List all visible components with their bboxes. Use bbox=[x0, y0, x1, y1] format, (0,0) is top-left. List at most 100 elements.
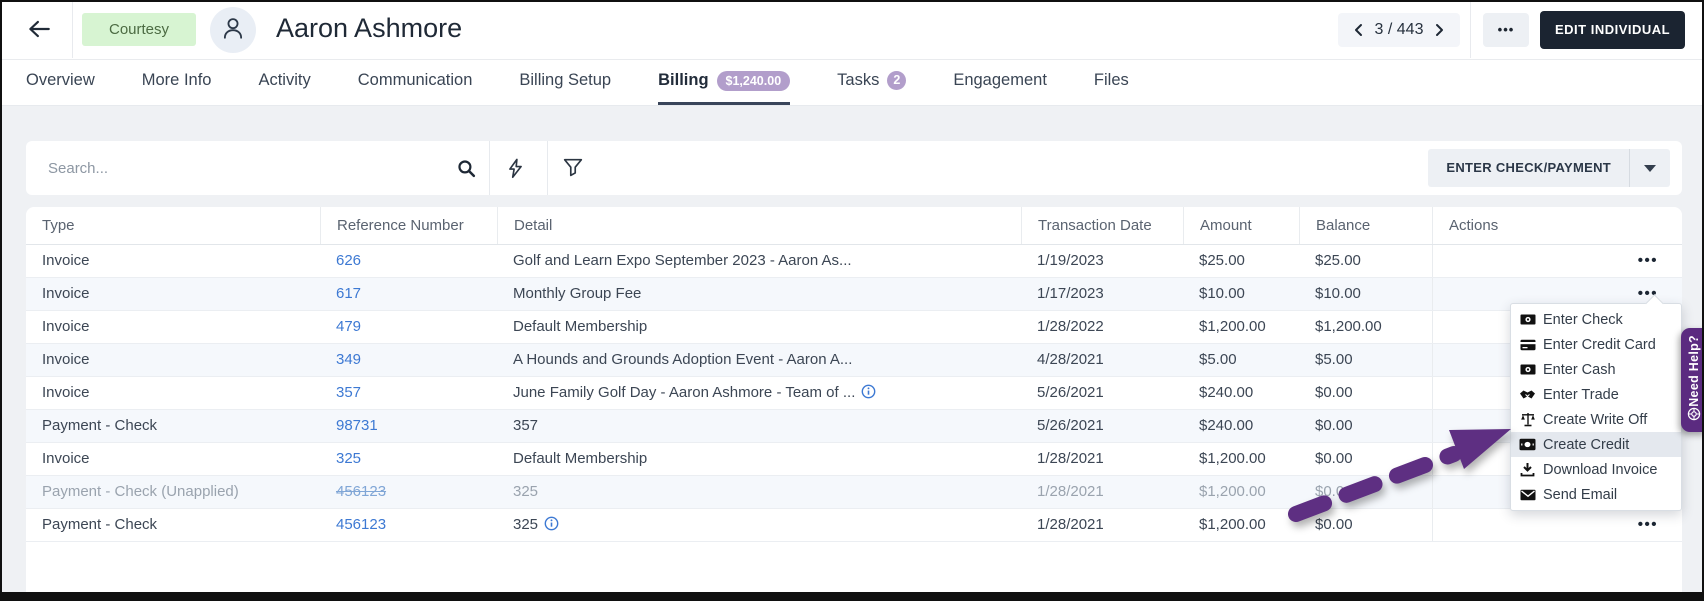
cell-reference-number: 626 bbox=[320, 245, 497, 277]
menu-item-label: Enter Check bbox=[1543, 311, 1623, 328]
search-icon[interactable] bbox=[456, 158, 477, 184]
cell-detail: Golf and Learn Expo September 2023 - Aar… bbox=[497, 245, 1021, 277]
tab-activity[interactable]: Activity bbox=[258, 59, 310, 105]
tab-more-info[interactable]: More Info bbox=[142, 59, 212, 105]
menu-item-enter-trade[interactable]: Enter Trade bbox=[1511, 382, 1681, 407]
table-header-row: Type Reference Number Detail Transaction Da… bbox=[26, 207, 1682, 245]
cell-actions: ••• bbox=[1432, 509, 1682, 541]
detail-text: A Hounds and Grounds Adoption Event - Aa… bbox=[513, 351, 853, 368]
table-row: Invoice 617 Monthly Group Fee 1/17/2023 $10.… bbox=[26, 278, 1682, 311]
cell-transaction-date: 1/17/2023 bbox=[1037, 285, 1104, 302]
tab-badge: 2 bbox=[887, 71, 907, 90]
tab-overview[interactable]: Overview bbox=[26, 59, 95, 105]
cell-detail: A Hounds and Grounds Adoption Event - Aa… bbox=[497, 344, 1021, 376]
filter-funnel-icon[interactable] bbox=[563, 158, 583, 182]
reference-link[interactable]: 456123 bbox=[336, 483, 386, 500]
menu-item-create-credit[interactable]: Create Credit bbox=[1511, 432, 1681, 457]
lightning-bolt-icon[interactable] bbox=[506, 158, 525, 184]
need-help-tab[interactable]: Need Help? bbox=[1681, 328, 1702, 432]
menu-item-enter-credit-card[interactable]: Enter Credit Card bbox=[1511, 332, 1681, 357]
column-header-actions: Actions bbox=[1432, 207, 1682, 244]
need-help-label: Need Help? bbox=[1687, 335, 1701, 407]
cell-type: Payment - Check (Unapplied) bbox=[42, 483, 239, 500]
transactions-table: Type Reference Number Detail Transaction Da… bbox=[26, 207, 1682, 592]
cell-balance: $0.00 bbox=[1315, 384, 1353, 401]
handshake-icon bbox=[1519, 388, 1536, 401]
avatar bbox=[210, 7, 256, 53]
cell-type: Invoice bbox=[42, 318, 90, 335]
cell-reference-number: 349 bbox=[320, 344, 497, 376]
back-arrow-icon[interactable] bbox=[26, 18, 56, 44]
detail-text: 325 bbox=[513, 483, 539, 500]
reference-link[interactable]: 617 bbox=[336, 285, 361, 302]
table-row: Invoice 325 Default Membership 1/28/2021 $1,… bbox=[26, 443, 1682, 476]
row-actions-button[interactable]: ••• bbox=[1638, 252, 1658, 269]
cell-type: Invoice bbox=[42, 450, 90, 467]
cell-detail: Monthly Group Fee bbox=[497, 278, 1021, 310]
search-input[interactable] bbox=[26, 141, 456, 195]
billing-toolbar: ENTER CHECK/PAYMENT bbox=[26, 141, 1682, 195]
cell-amount: $1,200.00 bbox=[1199, 483, 1266, 500]
cell-detail: Default Membership bbox=[497, 311, 1021, 343]
info-icon[interactable] bbox=[544, 511, 559, 541]
toolbar-divider bbox=[547, 141, 548, 195]
cell-type: Invoice bbox=[42, 252, 90, 269]
menu-item-label: Create Credit bbox=[1543, 436, 1630, 453]
menu-item-label: Create Write Off bbox=[1543, 411, 1648, 428]
chevron-right-icon[interactable] bbox=[1432, 23, 1446, 37]
tab-billing[interactable]: Billing $1,240.00 bbox=[658, 59, 791, 105]
reference-link[interactable]: 456123 bbox=[336, 516, 386, 533]
banknote-icon bbox=[1519, 313, 1536, 326]
detail-text: Monthly Group Fee bbox=[513, 285, 642, 302]
cell-transaction-date: 1/28/2021 bbox=[1037, 483, 1104, 500]
menu-item-download-invoice[interactable]: Download Invoice bbox=[1511, 457, 1681, 482]
cell-reference-number: 479 bbox=[320, 311, 497, 343]
more-options-button[interactable]: ••• bbox=[1483, 13, 1529, 47]
app-window: Courtesy Aaron Ashmore 3 / 443 ••• EDIT … bbox=[0, 0, 1704, 601]
enter-check-payment-button[interactable]: ENTER CHECK/PAYMENT bbox=[1428, 149, 1670, 187]
cash-icon bbox=[1519, 363, 1536, 376]
cell-amount: $1,200.00 bbox=[1199, 450, 1266, 467]
lifebuoy-icon bbox=[1687, 407, 1701, 426]
row-actions-button[interactable]: ••• bbox=[1638, 516, 1658, 533]
tab-engagement[interactable]: Engagement bbox=[953, 59, 1047, 105]
edit-individual-button[interactable]: EDIT INDIVIDUAL bbox=[1540, 11, 1686, 49]
tab-label: More Info bbox=[141, 71, 212, 89]
dropdown-arrow[interactable] bbox=[1630, 149, 1670, 187]
credit-card-icon bbox=[1519, 339, 1536, 351]
tab-billing-setup[interactable]: Billing Setup bbox=[519, 59, 611, 105]
tab-label: Overview bbox=[26, 71, 95, 89]
cell-type: Invoice bbox=[42, 351, 90, 368]
info-icon[interactable] bbox=[861, 379, 876, 409]
cell-transaction-date: 5/26/2021 bbox=[1037, 384, 1104, 401]
tab-label: Engagement bbox=[953, 71, 1047, 89]
reference-link[interactable]: 325 bbox=[336, 450, 361, 467]
cell-type: Payment - Check bbox=[42, 516, 158, 533]
table-row: Payment - Check 98731 357 5/26/2021 $240.00 $… bbox=[26, 410, 1682, 443]
reference-link[interactable]: 479 bbox=[336, 318, 361, 335]
reference-link[interactable]: 626 bbox=[336, 252, 361, 269]
menu-item-create-write-off[interactable]: Create Write Off bbox=[1511, 407, 1681, 432]
table-row: Invoice 349 A Hounds and Grounds Adoption … bbox=[26, 344, 1682, 377]
cell-amount: $240.00 bbox=[1199, 417, 1254, 434]
table-row: Payment - Check (Unapplied) 456123 325 1/28… bbox=[26, 476, 1682, 509]
tab-tasks[interactable]: Tasks 2 bbox=[837, 59, 907, 105]
menu-item-label: Download Invoice bbox=[1543, 461, 1658, 478]
cell-reference-number: 98731 bbox=[320, 410, 497, 442]
cell-detail: Default Membership bbox=[497, 443, 1021, 475]
tab-files[interactable]: Files bbox=[1094, 59, 1129, 105]
tab-communication[interactable]: Communication bbox=[358, 59, 473, 105]
cell-balance: $1,200.00 bbox=[1315, 318, 1382, 335]
column-header-type: Type bbox=[42, 217, 75, 234]
menu-item-enter-cash[interactable]: Enter Cash bbox=[1511, 357, 1681, 382]
table-row: Payment - Check 456123 325 1/28/2021 $1,200.… bbox=[26, 509, 1682, 542]
reference-link[interactable]: 349 bbox=[336, 351, 361, 368]
cell-transaction-date: 5/26/2021 bbox=[1037, 417, 1104, 434]
table-row: Invoice 479 Default Membership 1/28/2022 $1,… bbox=[26, 311, 1682, 344]
cell-balance: $25.00 bbox=[1315, 252, 1361, 269]
reference-link[interactable]: 98731 bbox=[336, 417, 378, 434]
reference-link[interactable]: 357 bbox=[336, 384, 361, 401]
tab-label: Billing Setup bbox=[519, 71, 612, 89]
chevron-left-icon[interactable] bbox=[1352, 23, 1366, 37]
menu-item-send-email[interactable]: Send Email bbox=[1511, 482, 1681, 507]
